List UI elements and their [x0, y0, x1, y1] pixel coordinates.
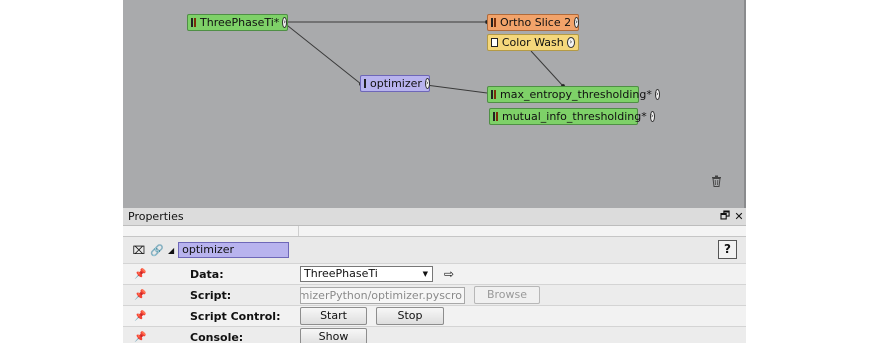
- connect-port-icon[interactable]: ›: [654, 89, 660, 100]
- port-label: Data:: [190, 267, 224, 281]
- port-row-script-control: 📌 Script Control: Start Stop: [123, 305, 746, 326]
- connect-port-icon[interactable]: ›: [424, 78, 430, 89]
- node-label: optimizer: [370, 77, 422, 90]
- pin-icon[interactable]: 📌: [134, 332, 146, 343]
- pin-icon[interactable]: 📌: [134, 311, 146, 322]
- visibility-icon[interactable]: [494, 90, 496, 99]
- properties-title: Properties: [128, 210, 184, 223]
- port-row-console: 📌 Console: Show: [123, 326, 746, 343]
- port-label: Script:: [190, 288, 232, 302]
- visibility-icon[interactable]: [194, 18, 196, 27]
- data-connection-value: ThreePhaseTi: [304, 267, 378, 280]
- close-icon[interactable]: ✕: [732, 210, 746, 223]
- node-optimizer[interactable]: optimizer ›: [360, 75, 430, 92]
- collapse-icon[interactable]: [364, 79, 366, 88]
- color-icon: [496, 112, 498, 121]
- dropdown-arrow-icon: ▼: [422, 270, 428, 278]
- collapse-icon[interactable]: [191, 18, 193, 27]
- go-to-source-icon[interactable]: ⇨: [444, 267, 454, 281]
- float-window-icon[interactable]: 🗗: [718, 207, 732, 226]
- node-label: mutual_info_thresholding*: [502, 110, 647, 123]
- port-label: Script Control:: [190, 309, 281, 323]
- connect-port-icon[interactable]: ›: [649, 111, 655, 122]
- module-header-row: ⌧ 🔗 ◢ optimizer ?: [123, 237, 746, 263]
- properties-panel: Properties 🗗 ✕ ⌧ 🔗 ◢ optimizer ? 📌 Data:…: [123, 208, 746, 343]
- help-button[interactable]: ?: [718, 240, 737, 259]
- node-label: ThreePhaseTi*: [200, 16, 280, 29]
- visibility-icon[interactable]: [493, 112, 495, 121]
- pin-icon[interactable]: 📌: [134, 269, 146, 280]
- trash-icon[interactable]: [711, 175, 722, 187]
- collapse-icon[interactable]: [491, 18, 493, 27]
- connect-port-icon[interactable]: ›: [574, 17, 579, 28]
- connection-lines: [282, 19, 566, 94]
- connect-port-icon[interactable]: ›: [282, 17, 288, 28]
- script-path-field[interactable]: C:/Users/Projects/OptimizerPython/optimi…: [300, 286, 465, 304]
- collapse-triangle-icon[interactable]: ◢: [168, 246, 174, 255]
- port-label: Console:: [190, 330, 244, 343]
- node-label: Ortho Slice 2: [500, 16, 572, 29]
- script-module-icon: ⌧: [132, 243, 146, 257]
- node-label: Color Wash: [501, 36, 564, 49]
- port-row-script: 📌 Script: C:/Users/Projects/OptimizerPyt…: [123, 284, 746, 305]
- node-label: max_entropy_thresholding*: [500, 88, 652, 101]
- browse-button[interactable]: Browse: [474, 286, 540, 304]
- show-console-button[interactable]: Show: [300, 328, 367, 343]
- stop-button[interactable]: Stop: [376, 307, 444, 325]
- application-window: ThreePhaseTi* › Ortho Slice 2 › Color Wa…: [123, 0, 746, 343]
- node-mutual-info-thresholding[interactable]: mutual_info_thresholding* ›: [489, 108, 655, 125]
- link-icon[interactable]: 🔗: [149, 242, 165, 258]
- collapse-icon[interactable]: [491, 90, 493, 99]
- properties-titlebar: Properties 🗗 ✕: [123, 208, 746, 226]
- visibility-icon[interactable]: [491, 38, 498, 47]
- visibility-icon[interactable]: [494, 18, 496, 27]
- data-connection-select[interactable]: ThreePhaseTi ▼: [300, 266, 433, 282]
- node-max-entropy-thresholding[interactable]: max_entropy_thresholding* ›: [487, 86, 660, 103]
- pin-icon[interactable]: 📌: [134, 290, 146, 301]
- node-ortho-slice[interactable]: Ortho Slice 2 ›: [487, 14, 579, 31]
- node-color-wash[interactable]: Color Wash ›: [487, 34, 579, 51]
- project-view[interactable]: ThreePhaseTi* › Ortho Slice 2 › Color Wa…: [123, 0, 746, 208]
- connect-port-icon[interactable]: ›: [566, 37, 575, 48]
- port-row-data: 📌 Data: ThreePhaseTi ▼ ⇨: [123, 263, 746, 284]
- start-button[interactable]: Start: [300, 307, 367, 325]
- node-threephaseti[interactable]: ThreePhaseTi* ›: [187, 14, 288, 31]
- module-name-field[interactable]: optimizer: [178, 242, 290, 258]
- column-header: [123, 226, 746, 237]
